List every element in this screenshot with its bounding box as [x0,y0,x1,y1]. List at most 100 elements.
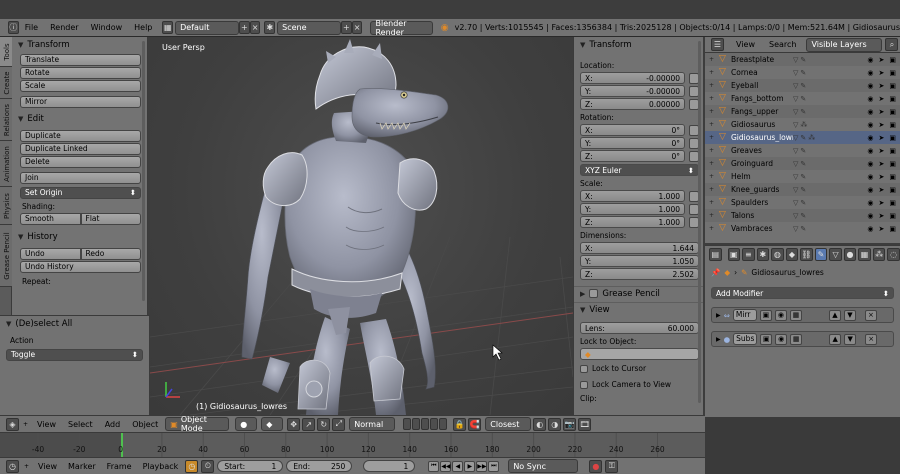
3d-viewport[interactable]: User Persp (1) Gidiosaurus_lowres [150,37,573,415]
3d-menu-add[interactable]: Add [100,420,126,429]
grease-pencil-header[interactable]: ▶ Grease Pencil [574,286,703,300]
tool-shelf-scrollbar[interactable] [142,41,145,301]
modifier-name-field[interactable]: Mirr [732,309,757,321]
select-arrow-icon[interactable]: ➤ [879,82,885,90]
scale-button[interactable]: Scale [20,80,141,92]
expand-triangle-icon[interactable]: ▶ [716,312,721,319]
set-origin-menu[interactable]: Set Origin ⬍ [20,187,141,199]
jump-start-icon[interactable]: ⏮ [428,460,440,472]
render-camera-icon[interactable]: ▣ [889,186,896,194]
3d-menu-object[interactable]: Object [127,420,163,429]
render-engine-selector[interactable]: Blender Render [370,19,433,37]
timeline-menu-playback[interactable]: Playback [139,462,183,471]
move-down-icon[interactable]: ▼ [843,309,856,321]
render-camera-icon[interactable]: ▣ [889,212,896,220]
visibility-eye-icon[interactable]: ◉ [867,69,873,77]
visibility-eye-icon[interactable]: ◉ [867,147,873,155]
3d-menu-select[interactable]: Select [63,420,98,429]
select-arrow-icon[interactable]: ➤ [879,147,885,155]
data-tab-icon[interactable]: ▽ [829,248,842,261]
undo-history-button[interactable]: Undo History [20,261,141,273]
visibility-eye-icon[interactable]: ◉ [867,225,873,233]
outliner-search-icon[interactable]: ⌕ [885,38,899,51]
select-arrow-icon[interactable]: ➤ [879,173,885,181]
dimensions-z-field[interactable]: Z: 2.502 [580,268,699,280]
flat-button[interactable]: Flat [80,213,141,225]
layer-grid[interactable] [403,418,448,430]
use-preview-icon[interactable]: ⏲ [201,459,215,473]
select-arrow-icon[interactable]: ➤ [879,108,885,116]
texture-tab-icon[interactable]: ▦ [858,248,871,261]
menu-window[interactable]: Window [85,23,129,32]
scene-close-icon[interactable]: × [351,21,363,34]
end-frame-field[interactable]: End: 250 [286,460,353,472]
panel-transform-header[interactable]: ▼ Transform [12,38,147,52]
render-camera-icon[interactable]: ▣ [889,121,896,129]
layer-button[interactable] [412,418,421,430]
location-z-field[interactable]: Z: 0.00000 [580,98,685,110]
preview-range-icon[interactable]: ◷ [185,459,199,473]
outliner-row[interactable]: + ▽ Fangs_bottom ▽ ✎ ◉ ➤ ▣ [705,92,900,105]
npanel-transform-header[interactable]: ▼ Transform [574,38,703,52]
layout-add-icon[interactable]: + [239,21,250,34]
scale-y-field[interactable]: Y: 1.000 [580,203,685,215]
lock-camera-row[interactable]: Lock Camera to View [574,379,703,391]
keying-set-icon[interactable]: ⚿ [605,459,619,473]
render-camera-icon[interactable]: ▣ [889,95,896,103]
undo-button[interactable]: Undo [20,248,81,260]
join-button[interactable]: Join [20,172,141,184]
move-down-icon[interactable]: ▼ [844,333,857,345]
outliner-row[interactable]: + ▽ Vambraces ▽ ✎ ◉ ➤ ▣ [705,222,900,235]
select-arrow-icon[interactable]: ➤ [879,69,885,77]
action-selector[interactable]: Toggle ⬍ [6,349,143,361]
lock-cursor-checkbox[interactable] [580,365,588,373]
sync-mode-selector[interactable]: No Sync [508,459,579,473]
pivot-selector[interactable]: ◆ [261,417,284,431]
next-keyframe-icon[interactable]: ▶▶ [476,460,488,472]
3d-menu-view[interactable]: View [32,420,61,429]
outliner-menu-search[interactable]: Search [765,40,800,49]
menu-render[interactable]: Render [44,23,84,32]
render-toggle-icon[interactable]: ▣ [760,333,773,345]
visibility-eye-icon[interactable]: ◉ [867,56,873,64]
render-camera-icon[interactable]: ▣ [889,82,896,90]
translate-button[interactable]: Translate [20,54,141,66]
visibility-eye-icon[interactable]: ◉ [867,160,873,168]
shading-selector[interactable]: ● [235,417,258,431]
smooth-button[interactable]: Smooth [20,213,81,225]
select-arrow-icon[interactable]: ➤ [879,134,885,142]
translate-manipulator-icon[interactable]: ↗ [302,417,316,431]
render-camera-icon[interactable]: ▣ [889,56,896,64]
layout-icon[interactable]: ▦ [162,21,174,34]
visibility-eye-icon[interactable]: ◉ [867,108,873,116]
jump-end-icon[interactable]: ⏭ [488,460,500,472]
grease-pencil-checkbox[interactable] [589,289,599,298]
physics-tab-icon[interactable]: ◌ [887,248,900,261]
delete-button[interactable]: Delete [20,156,141,168]
outliner-row[interactable]: + ▽ Eyeball ▽ ✎ ◉ ➤ ▣ [705,79,900,92]
panel-history-header[interactable]: ▼ History [12,230,147,244]
properties-editor-icon[interactable]: ▤ [709,248,722,261]
timeline-menu-frame[interactable]: Frame [103,462,136,471]
lock-object-field[interactable]: ◆ [580,348,699,360]
scene-add-icon[interactable]: + [341,21,352,34]
select-arrow-icon[interactable]: ➤ [879,160,885,168]
add-modifier-menu[interactable]: Add Modifier ⬍ [711,287,894,299]
dimensions-y-field[interactable]: Y: 1.050 [580,255,699,267]
layout-close-icon[interactable]: × [249,21,261,34]
outliner-row[interactable]: + ▽ Gidiosaurus ▽ ⁂ ◉ ➤ ▣ [705,118,900,131]
tab-grease-pencil[interactable]: Grease Pencil [0,225,12,287]
mirror-button[interactable]: Mirror [20,96,141,108]
scale-manipulator-icon[interactable]: ⤢ [332,417,346,431]
render-camera-icon[interactable]: ▣ [889,108,896,116]
layout-selector[interactable]: Default [175,20,239,35]
lock-to-cursor-row[interactable]: Lock to Cursor [574,363,703,375]
play-reverse-icon[interactable]: ◀ [452,460,464,472]
select-arrow-icon[interactable]: ➤ [879,212,885,220]
snap-rotation-icon[interactable]: ◐ [533,417,547,431]
render-camera-icon[interactable]: ▣ [889,173,896,181]
header-collapse-icon[interactable]: + [23,421,28,428]
rotation-z-field[interactable]: Z: 0° [580,150,685,162]
menu-help[interactable]: Help [128,23,158,32]
expand-triangle-icon[interactable]: ▶ [716,336,721,343]
